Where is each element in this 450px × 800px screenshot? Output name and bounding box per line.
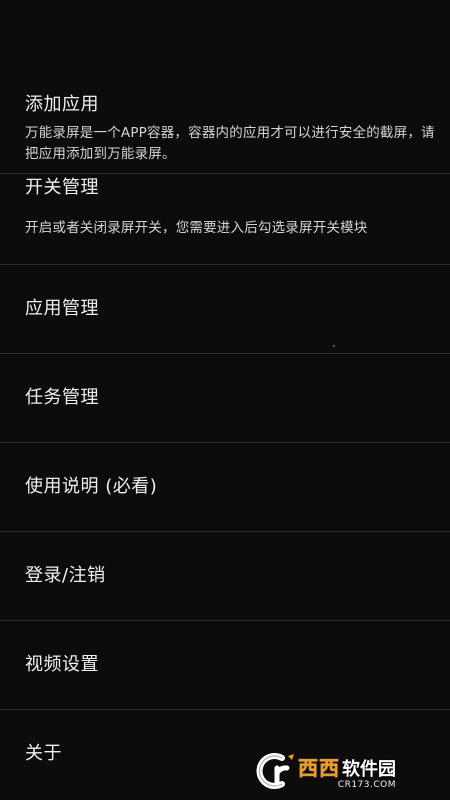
watermark-brand-secondary: 软件园 (342, 759, 396, 780)
menu-item-video-settings[interactable]: 视频设置 (0, 621, 450, 709)
menu-item-add-app[interactable]: 添加应用 万能录屏是一个APP容器，容器内的应用才可以进行安全的截屏，请把应用添… (0, 82, 450, 173)
menu-item-title: 添加应用 (25, 94, 99, 115)
menu-item-title: 任务管理 (25, 387, 99, 408)
menu-item-title: 使用说明 (必看) (25, 476, 158, 497)
decorative-dot (333, 345, 335, 347)
menu-item-login-logout[interactable]: 登录/注销 (0, 532, 450, 620)
menu-item-title: 开关管理 (25, 177, 99, 198)
app-screen: 添加应用 万能录屏是一个APP容器，容器内的应用才可以进行安全的截屏，请把应用添… (0, 0, 450, 800)
menu-item-title: 应用管理 (25, 298, 99, 319)
menu-item-description: 开启或者关闭录屏开关，您需要进入后勾选录屏开关模块 (25, 220, 368, 236)
menu-item-title: 登录/注销 (25, 565, 106, 586)
watermark-url: CR173.COM (337, 780, 396, 790)
menu-item-task-management[interactable]: 任务管理 (0, 354, 450, 442)
menu-item-app-management[interactable]: 应用管理 (0, 265, 450, 353)
settings-menu: 添加应用 万能录屏是一个APP容器，容器内的应用才可以进行安全的截屏，请把应用添… (0, 82, 450, 798)
menu-item-switch-management[interactable]: 开关管理 开启或者关闭录屏开关，您需要进入后勾选录屏开关模块 (0, 174, 450, 264)
menu-item-description: 万能录屏是一个APP容器，容器内的应用才可以进行安全的截屏，请把应用添加到万能录… (25, 125, 435, 162)
watermark-text: 西西 软件园 CR173.COM (298, 752, 396, 790)
site-watermark: 西西 软件园 CR173.COM (252, 750, 438, 792)
watermark-brand: 西西 软件园 (298, 752, 396, 781)
menu-item-instructions[interactable]: 使用说明 (必看) (0, 443, 450, 531)
cr-logo-icon (256, 753, 294, 789)
menu-item-title: 关于 (25, 743, 62, 764)
watermark-brand-primary: 西西 (298, 756, 340, 780)
menu-item-title: 视频设置 (25, 654, 99, 675)
